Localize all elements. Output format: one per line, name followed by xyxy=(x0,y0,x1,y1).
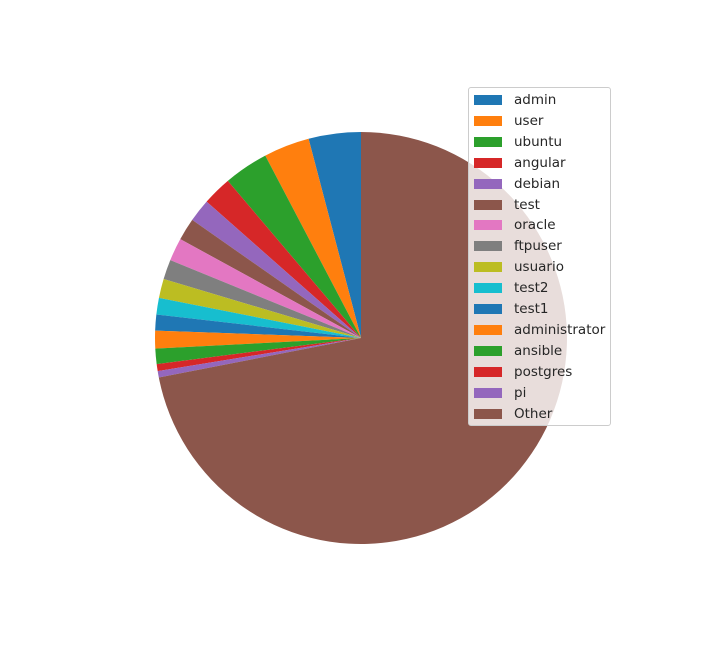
legend-label: oracle xyxy=(514,217,556,234)
legend-item: angular xyxy=(474,153,566,173)
legend-swatch xyxy=(474,199,502,210)
legend-swatch xyxy=(474,387,502,398)
legend-swatch xyxy=(474,345,502,356)
legend-swatch xyxy=(474,366,502,377)
legend-label: postgres xyxy=(514,363,573,380)
legend-item: ansible xyxy=(474,341,562,361)
legend: admin user ubuntu angular debian test oracle ft… xyxy=(468,87,611,426)
legend-label: ftpuser xyxy=(514,238,562,255)
legend-swatch xyxy=(474,95,502,105)
legend-item: admin xyxy=(474,90,556,110)
legend-label: ansible xyxy=(514,342,563,359)
legend-swatch xyxy=(474,115,502,126)
legend-item: postgres xyxy=(474,362,572,382)
legend-item: debian xyxy=(474,174,560,194)
legend-swatch xyxy=(474,283,502,294)
legend-label: ubuntu xyxy=(514,133,563,150)
legend-swatch xyxy=(474,304,502,314)
legend-swatch xyxy=(474,157,502,168)
legend-item: test1 xyxy=(474,299,549,319)
legend-swatch xyxy=(474,262,502,273)
legend-label: user xyxy=(514,112,544,129)
legend-label: usuario xyxy=(514,259,564,276)
legend-item: ubuntu xyxy=(474,132,562,152)
legend-item: Other xyxy=(474,404,552,424)
legend-item: usuario xyxy=(474,257,564,277)
legend-item: administrator xyxy=(474,320,605,340)
legend-item: oracle xyxy=(474,215,556,235)
legend-item: pi xyxy=(474,383,526,403)
legend-swatch xyxy=(474,220,502,231)
legend-swatch xyxy=(474,324,502,335)
legend-label: pi xyxy=(514,384,527,401)
legend-label: test1 xyxy=(514,301,549,317)
legend-swatch xyxy=(474,178,502,189)
legend-label: administrator xyxy=(514,321,606,338)
legend-label: test2 xyxy=(514,280,549,297)
legend-label: Other xyxy=(514,405,553,422)
legend-label: admin xyxy=(514,92,557,108)
legend-item: test xyxy=(474,195,540,215)
legend-item: ftpuser xyxy=(474,236,562,256)
legend-swatch xyxy=(474,241,502,252)
legend-item: test2 xyxy=(474,278,549,298)
legend-swatch xyxy=(474,136,502,147)
legend-label: test xyxy=(514,196,540,213)
legend-swatch xyxy=(474,408,502,419)
legend-label: debian xyxy=(514,175,561,192)
legend-label: angular xyxy=(514,154,566,171)
legend-item: user xyxy=(474,111,543,131)
